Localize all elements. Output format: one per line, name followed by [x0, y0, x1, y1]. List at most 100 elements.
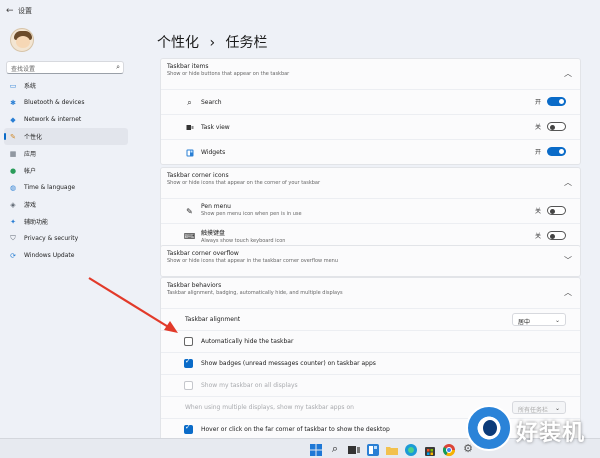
bluetooth-icon: ✱: [10, 98, 16, 107]
auto-hide-checkbox[interactable]: [184, 337, 193, 346]
edge-browser-icon[interactable]: [404, 442, 418, 456]
widgets-toggle[interactable]: 开: [535, 147, 566, 156]
setting-row-all-displays: Show my taskbar on all displays: [161, 374, 580, 396]
section-description: Taskbar alignment, badging, automaticall…: [167, 290, 343, 296]
toggle-switch[interactable]: [547, 206, 566, 215]
sidebar-item[interactable]: ⟳ Windows Update: [4, 247, 128, 264]
alignment-dropdown[interactable]: 居中 ⌄: [512, 313, 566, 326]
gamepad-icon: ◈: [10, 200, 16, 209]
corner-overflow-section: Taskbar corner overflow Show or hide ico…: [160, 245, 581, 277]
toggle-switch[interactable]: [547, 147, 566, 156]
corner-icons-header[interactable]: Taskbar corner icons Show or hide icons …: [161, 168, 580, 198]
checkbox-label: Show my taskbar on all displays: [201, 382, 298, 389]
section-title: Taskbar behaviors: [167, 282, 222, 289]
chevron-up-icon[interactable]: ︿: [564, 287, 572, 298]
person-icon: ●: [9, 166, 17, 175]
badges-checkbox[interactable]: [184, 357, 193, 368]
all-displays-checkbox[interactable]: [184, 381, 193, 390]
brush-icon: ✎: [10, 132, 16, 141]
show-desktop-checkbox[interactable]: [184, 423, 193, 434]
chevron-up-icon[interactable]: ︿: [564, 68, 572, 79]
search-input[interactable]: 查找设置 ⌕: [6, 61, 124, 74]
touch-keyboard-toggle[interactable]: 关: [535, 231, 566, 240]
taskview-icon[interactable]: [347, 442, 361, 456]
search-icon: ⌕: [187, 97, 192, 107]
widgets-icon: [185, 148, 194, 157]
accessibility-icon: ✦: [10, 217, 16, 226]
section-description: Show or hide icons that appear in the ta…: [167, 258, 339, 264]
search-icon: ⌕: [116, 63, 120, 71]
keyboard-icon: ⌨: [183, 232, 196, 241]
monitor-icon: ▭: [9, 81, 17, 90]
checkbox-label[interactable]: Automatically hide the taskbar: [201, 338, 293, 345]
avatar-face: [16, 36, 30, 48]
sidebar-item-label: Privacy & security: [24, 235, 79, 242]
setting-text: 触摸键盘 Always show touch keyboard icon: [201, 228, 285, 244]
sidebar-item[interactable]: ◈ 游戏: [4, 196, 128, 213]
sidebar-item-label: 应用: [24, 151, 37, 158]
pen-menu-toggle[interactable]: 关: [535, 206, 566, 215]
sidebar-item[interactable]: ✱ Bluetooth & devices: [4, 94, 128, 111]
checkbox-label[interactable]: Show badges (unread messages counter) on…: [201, 360, 376, 367]
toggle-state: 关: [534, 208, 541, 215]
search-icon[interactable]: ⌕: [328, 442, 342, 456]
sidebar-item-label: 个性化: [24, 134, 43, 141]
toggle-switch[interactable]: [547, 97, 566, 106]
sidebar-item-label: Windows Update: [24, 252, 75, 259]
window-title: 设置: [18, 7, 32, 15]
section-description: Show or hide buttons that appear on the …: [167, 71, 290, 77]
toggle-switch[interactable]: [547, 122, 566, 131]
toggle-state: 开: [534, 149, 541, 156]
sidebar-item[interactable]: ◆ Network & internet: [4, 111, 128, 128]
checkbox-label[interactable]: Hover or click on the far corner of task…: [201, 426, 390, 433]
toggle-state: 开: [534, 99, 541, 106]
taskbar-items-section: Taskbar items Show or hide buttons that …: [160, 58, 581, 165]
sidebar-item[interactable]: ✦ 辅助功能: [4, 213, 128, 230]
setting-row-search: ⌕ Search 开: [161, 89, 580, 114]
apps-icon: ▦: [9, 149, 17, 158]
widgets-icon[interactable]: [366, 442, 380, 456]
eye-logo-icon: [466, 405, 512, 451]
sidebar-item[interactable]: ▭ 系统: [4, 77, 128, 94]
corner-overflow-header[interactable]: Taskbar corner overflow Show or hide ico…: [161, 246, 580, 276]
sidebar-item[interactable]: ✎ 个性化: [4, 128, 128, 145]
setting-label: 触摸键盘: [201, 230, 226, 237]
sidebar-item[interactable]: ▦ 应用: [4, 145, 128, 162]
start-icon[interactable]: [309, 442, 323, 456]
sidebar-item-label: 游戏: [24, 202, 37, 209]
search-toggle[interactable]: 开: [535, 97, 566, 106]
sidebar-item-label: 系统: [24, 83, 37, 90]
setting-text: Pen menu Show pen menu icon when pen is …: [201, 203, 302, 217]
toggle-switch[interactable]: [547, 231, 566, 240]
sidebar-item[interactable]: ◍ Time & language: [4, 179, 128, 196]
sidebar: 查找设置 ⌕ ▭ 系统 ✱ Bluetooth & devices ◆ Network &…: [0, 22, 145, 438]
setting-label: Taskbar alignment: [185, 316, 241, 323]
behaviors-header[interactable]: Taskbar behaviors Taskbar alignment, bad…: [161, 278, 580, 308]
taskbar-items-header[interactable]: Taskbar items Show or hide buttons that …: [161, 59, 580, 89]
logo-pupil: [483, 420, 497, 436]
sidebar-item-label: Network & internet: [24, 116, 82, 123]
folder-icon[interactable]: [385, 442, 399, 456]
store-icon[interactable]: [423, 442, 437, 456]
sidebar-item[interactable]: ● 帐户: [4, 162, 128, 179]
title-bar: ← 设置: [0, 0, 600, 22]
section-title: Taskbar items: [167, 63, 209, 70]
breadcrumb-parent[interactable]: 个性化: [157, 35, 199, 51]
setting-row-widgets: Widgets 开: [161, 139, 580, 164]
chevron-down-icon[interactable]: ﹀: [564, 255, 572, 266]
back-button[interactable]: ←: [6, 6, 18, 16]
avatar[interactable]: [10, 28, 34, 52]
globe-icon: ◍: [9, 183, 17, 192]
pen-icon: ✎: [186, 207, 193, 216]
sidebar-item-label: Time & language: [24, 184, 76, 191]
taskview-icon: [185, 123, 194, 132]
sidebar-item[interactable]: ⛉ Privacy & security: [4, 230, 128, 247]
chrome-icon[interactable]: [442, 442, 456, 457]
chevron-up-icon[interactable]: ︿: [564, 177, 572, 188]
update-icon: ⟳: [10, 251, 16, 260]
breadcrumb-current: 任务栏: [225, 35, 268, 51]
task-view-toggle[interactable]: 关: [535, 122, 566, 131]
section-title: Taskbar corner icons: [167, 172, 229, 179]
toggle-state: 关: [534, 233, 541, 240]
setting-label: Search: [201, 99, 222, 106]
